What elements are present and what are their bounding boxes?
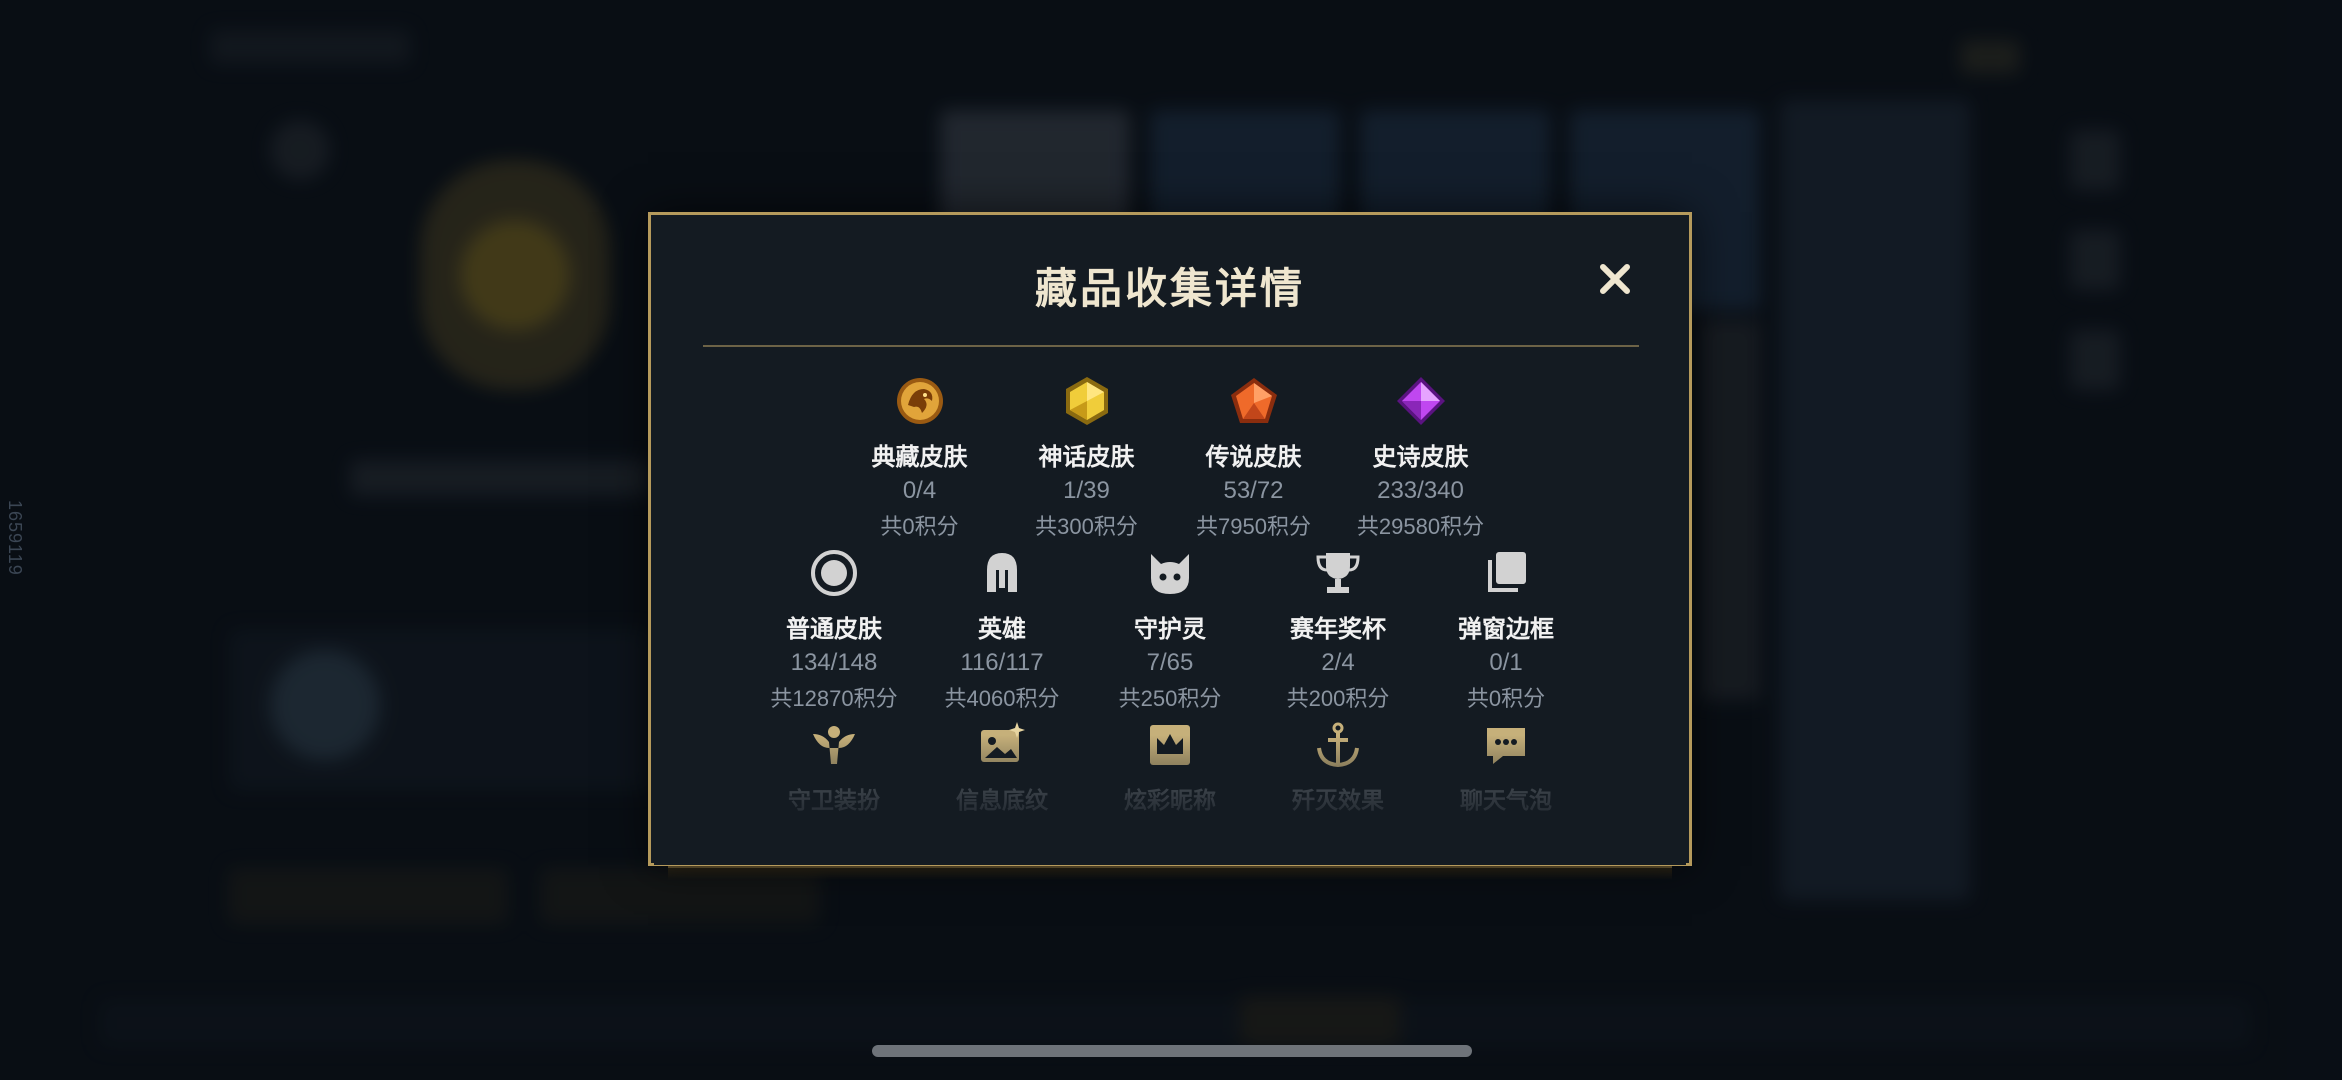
trophy-icon: [1312, 547, 1364, 599]
chat-bubble-icon: [1480, 719, 1532, 771]
collection-count: 1/39: [1063, 477, 1110, 504]
collection-count: 0/1: [1489, 649, 1523, 676]
collection-points: 共29580积分: [1356, 514, 1485, 539]
collection-name: 守卫装扮: [788, 787, 880, 813]
collection-count: 116/117: [960, 649, 1044, 676]
collection-item-legendary-skin[interactable]: 传说皮肤 53/72 共7950积分: [1194, 375, 1314, 541]
collection-name: 传说皮肤: [1205, 444, 1302, 471]
collection-name: 普通皮肤: [786, 616, 882, 643]
crown-card-icon: [1144, 719, 1196, 771]
gold-hexagon-gem-icon: [1061, 375, 1113, 427]
collection-points: 共0积分: [1466, 686, 1546, 711]
collection-count: 2/4: [1321, 649, 1355, 676]
side-id-label: 1659119: [5, 500, 25, 576]
collection-count: 7/65: [1146, 649, 1194, 676]
collection-item-popup-frame[interactable]: 弹窗边框 0/1 共0积分: [1446, 547, 1567, 713]
collection-details-modal: 藏品收集详情 典藏皮肤 0/4 共0积分 神话皮肤 1/39 共300积分 传说…: [648, 212, 1692, 866]
collection-item-epic-skin[interactable]: 史诗皮肤 233/340 共29580积分: [1357, 375, 1484, 541]
guardian-spirit-icon: [1144, 547, 1196, 599]
collection-item-normal-skin[interactable]: 普通皮肤 134/148 共12870积分: [770, 547, 898, 713]
collection-name: 信息底纹: [956, 787, 1048, 813]
collection-count: 134/148: [790, 649, 878, 676]
image-sparkle-icon: [976, 719, 1028, 771]
anchor-icon: [1312, 719, 1364, 771]
home-indicator-bar[interactable]: [872, 1045, 1472, 1057]
purple-diamond-gem-icon: [1395, 375, 1447, 427]
collection-row-misc: 普通皮肤 134/148 共12870积分 英雄 116/117 共4060积分: [651, 547, 1689, 713]
title-divider: [703, 345, 1639, 347]
collection-points: 共200积分: [1286, 686, 1390, 711]
collection-item-chat-bubble[interactable]: 聊天气泡: [1446, 719, 1567, 815]
collection-name: 神话皮肤: [1038, 444, 1135, 471]
collection-points: 共0积分: [880, 514, 959, 539]
collection-name: 典藏皮肤: [871, 444, 968, 471]
collection-item-guardian-spirit[interactable]: 守护灵 7/65 共250积分: [1110, 547, 1231, 713]
collection-row-extras: 守卫装扮 信息底纹 炫彩昵称 歼灭效果 聊天气泡: [651, 719, 1689, 815]
collection-item-guardian-outfit[interactable]: 守卫装扮: [774, 719, 895, 815]
collection-points: 共300积分: [1035, 514, 1138, 539]
close-icon: [1600, 264, 1630, 294]
collection-name: 英雄: [978, 616, 1026, 643]
modal-title: 藏品收集详情: [1034, 265, 1305, 312]
guardian-outfit-icon: [808, 719, 860, 771]
close-button[interactable]: [1593, 257, 1637, 301]
collection-row-skins: 典藏皮肤 0/4 共0积分 神话皮肤 1/39 共300积分 传说皮肤 53/7…: [651, 375, 1689, 541]
collection-points: 共250积分: [1118, 686, 1222, 711]
modal-shadow: [668, 866, 1672, 880]
collection-points: 共4060积分: [944, 686, 1060, 711]
helmet-icon: [976, 547, 1028, 599]
dragon-medal-icon: [894, 375, 946, 427]
collection-name: 歼灭效果: [1292, 787, 1384, 813]
orange-pentagon-gem-icon: [1228, 375, 1280, 427]
collection-item-colorful-nickname[interactable]: 炫彩昵称: [1110, 719, 1231, 815]
collection-item-legend-skin[interactable]: 典藏皮肤 0/4 共0积分: [860, 375, 980, 541]
collection-name: 史诗皮肤: [1372, 444, 1469, 471]
collection-name: 赛年奖杯: [1290, 616, 1386, 643]
collection-name: 守护灵: [1134, 616, 1206, 643]
collection-count: 0/4: [902, 477, 937, 504]
collection-item-season-trophy[interactable]: 赛年奖杯 2/4 共200积分: [1278, 547, 1399, 713]
collection-item-info-pattern[interactable]: 信息底纹: [942, 719, 1063, 815]
collection-item-mythic-skin[interactable]: 神话皮肤 1/39 共300积分: [1027, 375, 1147, 541]
collection-points: 共7950积分: [1196, 514, 1311, 539]
stacked-frames-icon: [1480, 547, 1532, 599]
collection-name: 炫彩昵称: [1124, 787, 1216, 813]
collection-count: 233/340: [1377, 477, 1464, 504]
collection-item-annihilation-effect[interactable]: 歼灭效果: [1278, 719, 1399, 815]
collection-name: 弹窗边框: [1458, 616, 1554, 643]
circle-ring-icon: [808, 547, 860, 599]
collection-name: 聊天气泡: [1460, 787, 1552, 813]
collection-points: 共12870积分: [770, 686, 898, 711]
collection-item-heroes[interactable]: 英雄 116/117 共4060积分: [942, 547, 1063, 713]
collection-count: 53/72: [1223, 477, 1284, 504]
